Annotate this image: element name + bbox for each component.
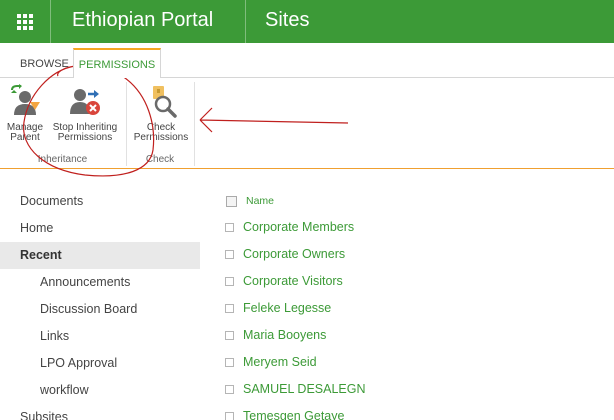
nav-item-documents[interactable]: Documents xyxy=(0,188,200,215)
row-checkbox[interactable] xyxy=(225,412,234,420)
stop-inheriting-icon xyxy=(70,89,100,115)
suite-bar: Ethiopian Portal Sites xyxy=(0,0,614,43)
site-title[interactable]: Ethiopian Portal xyxy=(72,0,213,43)
nav-item-lpo-approval[interactable]: LPO Approval xyxy=(0,350,200,377)
row-checkbox[interactable] xyxy=(225,304,234,313)
row-checkbox[interactable] xyxy=(225,250,234,259)
row-checkbox[interactable] xyxy=(225,223,234,232)
user-link[interactable]: Feleke Legesse xyxy=(243,301,331,315)
nav-item-subsites[interactable]: Subsites xyxy=(0,404,200,420)
waffle-icon xyxy=(17,13,33,30)
nav-item-discussion-board[interactable]: Discussion Board xyxy=(0,296,200,323)
check-group-label: Check xyxy=(145,154,175,165)
row-checkbox[interactable] xyxy=(225,277,234,286)
ribbon-bottom-border xyxy=(0,168,614,169)
ribbon-group-divider xyxy=(194,82,195,166)
manage-parent-label-2: Parent xyxy=(10,132,40,143)
tab-permissions[interactable]: PERMISSIONS xyxy=(73,48,161,78)
stop-inheriting-button[interactable]: Stop Inheriting Permissions xyxy=(50,84,120,143)
nav-item-recent[interactable]: Recent xyxy=(0,242,200,269)
tab-browse[interactable]: BROWSE xyxy=(20,49,69,77)
user-link[interactable]: Temesgen Getaye xyxy=(243,409,344,420)
inheritance-group-label: Inheritance xyxy=(37,154,88,165)
suite-bar-divider xyxy=(245,0,246,43)
ribbon-tab-row: BROWSE PERMISSIONS xyxy=(0,43,614,78)
group-link[interactable]: Corporate Members xyxy=(243,220,354,234)
column-header-name[interactable]: Name xyxy=(246,195,274,207)
manage-parent-icon xyxy=(11,84,40,115)
nav-item-workflow[interactable]: workflow xyxy=(0,377,200,404)
manage-parent-button[interactable]: Manage Parent xyxy=(2,84,48,143)
nav-item-links[interactable]: Links xyxy=(0,323,200,350)
page-title[interactable]: Sites xyxy=(265,0,309,43)
nav-item-home[interactable]: Home xyxy=(0,215,200,242)
check-permissions-icon xyxy=(153,86,177,118)
user-link[interactable]: Maria Booyens xyxy=(243,328,326,342)
select-all-checkbox[interactable] xyxy=(226,196,237,207)
row-checkbox[interactable] xyxy=(225,358,234,367)
user-link[interactable]: Meryem Seid xyxy=(243,355,317,369)
check-permissions-label-2: Permissions xyxy=(133,132,189,143)
stop-inheriting-label-2: Permissions xyxy=(57,132,113,143)
check-permissions-button[interactable]: Check Permissions xyxy=(131,84,191,143)
group-link[interactable]: Corporate Owners xyxy=(243,247,345,261)
group-link[interactable]: Corporate Visitors xyxy=(243,274,343,288)
row-checkbox[interactable] xyxy=(225,385,234,394)
suite-bar-divider xyxy=(50,0,51,43)
app-launcher-button[interactable] xyxy=(0,0,50,43)
ribbon: Manage Parent Stop Inheriting Permission… xyxy=(0,78,614,168)
row-checkbox[interactable] xyxy=(225,331,234,340)
ribbon-group-divider xyxy=(126,82,127,166)
user-link[interactable]: SAMUEL DESALEGN xyxy=(243,382,366,396)
nav-item-announcements[interactable]: Announcements xyxy=(0,269,200,296)
